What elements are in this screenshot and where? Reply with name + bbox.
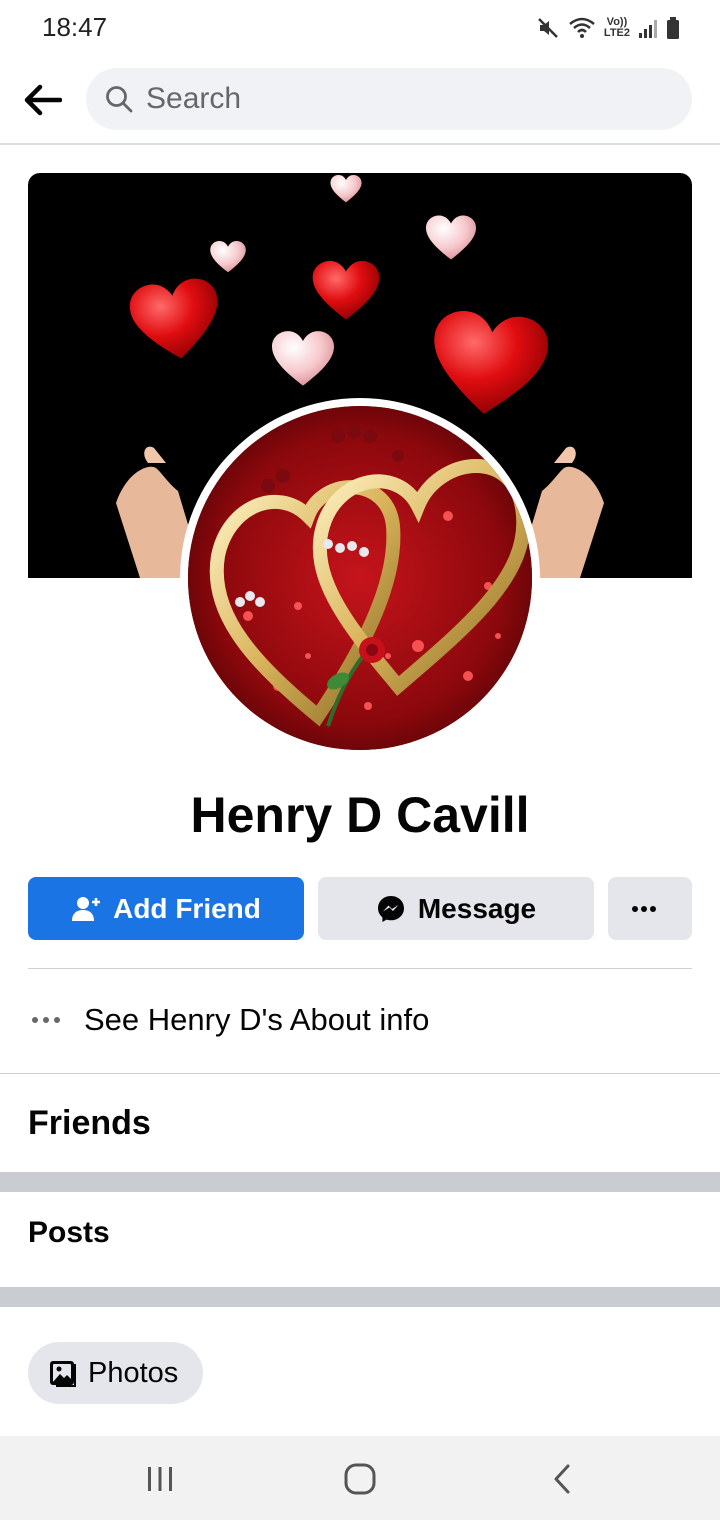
more-options-button[interactable] [608,877,692,940]
home-icon [344,1463,376,1495]
add-friend-label: Add Friend [113,892,261,924]
system-nav-bar [0,1436,720,1520]
add-friend-icon [72,896,101,921]
profile-actions: Add Friend Message [28,877,692,940]
photos-icon [50,1361,76,1387]
back-button[interactable] [20,78,64,122]
section-separator [0,1287,720,1307]
about-info-label: See Henry D's About info [84,1002,430,1037]
system-back-button[interactable] [532,1454,592,1504]
divider [0,1073,720,1074]
search-header [0,56,720,145]
profile-name: Henry D Cavill [190,787,530,843]
section-separator [0,1172,720,1192]
messenger-icon [377,895,404,922]
search-box[interactable] [86,68,692,130]
search-input[interactable] [146,82,666,116]
mute-icon [536,16,560,40]
message-label: Message [417,892,537,924]
chevron-left-icon [554,1464,570,1494]
posts-section-title: Posts [28,1216,110,1249]
wifi-icon [568,16,596,40]
friends-section-title[interactable]: Friends [28,1104,151,1143]
lte-label: LTE2 [603,27,630,39]
photos-label: Photos [88,1356,179,1389]
about-info-row[interactable]: See Henry D's About info [28,990,692,1050]
profile-picture[interactable] [180,398,540,758]
home-button[interactable] [330,1454,390,1504]
more-dots-icon [28,1005,64,1035]
divider [28,968,692,969]
battery-icon [666,16,680,40]
search-icon [106,86,133,113]
status-time: 18:47 [42,12,108,42]
recent-apps-icon [148,1467,172,1491]
message-button[interactable]: Message [318,877,594,940]
back-arrow-icon [24,84,62,116]
more-dots-icon [632,905,656,912]
signal-icon [638,17,658,39]
status-bar: 18:47 Vo)) LTE2 [0,0,720,56]
status-icons: Vo)) LTE2 [536,14,680,42]
volte-lte2-icon: Vo)) LTE2 [604,17,630,39]
add-friend-button[interactable]: Add Friend [28,877,304,940]
recent-apps-button[interactable] [130,1454,190,1504]
photos-chip[interactable]: Photos [28,1342,203,1404]
